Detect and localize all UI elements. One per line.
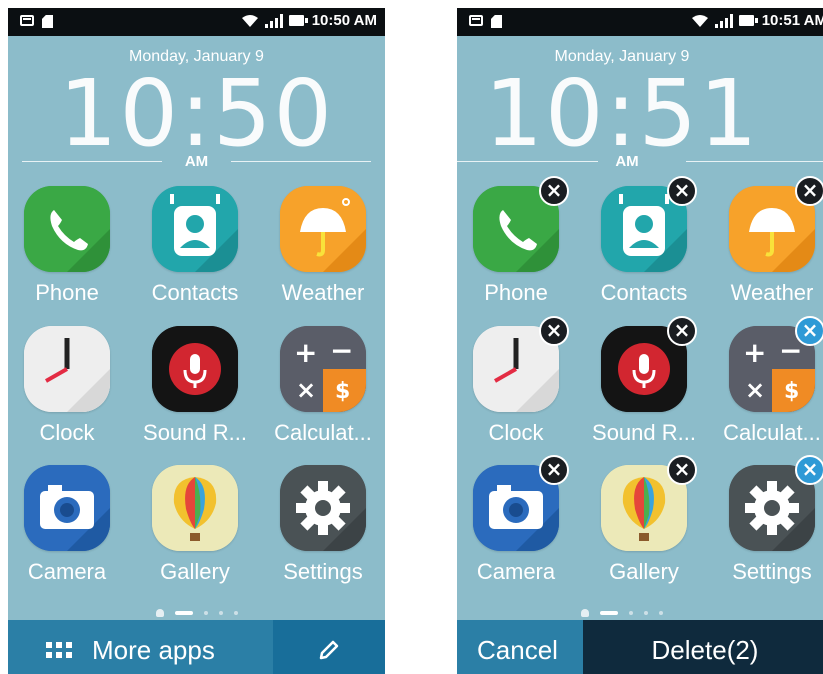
- camera-icon: [24, 465, 110, 551]
- notification-icon: [20, 15, 34, 26]
- page-dot: [203, 611, 208, 615]
- ampm-row: AM: [457, 153, 823, 173]
- weather-icon: [280, 186, 366, 272]
- page-dot: [233, 611, 238, 615]
- remove-badge[interactable]: ×: [667, 316, 697, 346]
- person-icon: [581, 609, 589, 617]
- app-camera[interactable]: Camera: [8, 465, 126, 590]
- app-settings[interactable]: × Settings: [713, 455, 823, 590]
- app-gallery[interactable]: Gallery: [136, 465, 254, 590]
- remove-badge[interactable]: ×: [539, 455, 569, 485]
- app-clock[interactable]: × Clock: [457, 316, 575, 451]
- contacts-icon: [152, 186, 238, 272]
- svg-text:+: +: [743, 336, 766, 369]
- status-bar: 10:51 AM: [457, 8, 823, 36]
- page-dot: [644, 611, 648, 615]
- app-weather[interactable]: Weather: [264, 186, 382, 311]
- svg-text:×: ×: [745, 376, 765, 404]
- bottom-bar: More apps: [8, 620, 385, 674]
- page-indicator: [457, 608, 807, 618]
- battery-icon: [288, 15, 308, 26]
- app-grid-icon: [46, 642, 72, 658]
- app-camera[interactable]: × Camera: [457, 455, 575, 590]
- signal-icon: [714, 13, 733, 28]
- status-time: 10:50 AM: [311, 12, 377, 29]
- app-phone[interactable]: × Phone: [457, 176, 575, 311]
- more-apps-button[interactable]: More apps: [8, 620, 273, 674]
- clock-icon: [24, 326, 110, 412]
- app-calculator[interactable]: + − × $ × Calculat...: [713, 316, 823, 451]
- delete-button[interactable]: Delete(2): [583, 620, 823, 674]
- page-dot: [659, 611, 663, 615]
- home-screen-delete-mode: 10:51 AM Monday, January 9 10:51 AM × Ph…: [457, 8, 823, 674]
- person-icon: [155, 609, 164, 617]
- pencil-icon: [319, 640, 339, 660]
- page-dot: [218, 611, 223, 615]
- cancel-button[interactable]: Cancel: [457, 620, 583, 674]
- app-sound-recorder[interactable]: Sound R...: [136, 326, 254, 451]
- svg-text:−: −: [330, 334, 353, 367]
- battery-icon: [738, 15, 758, 26]
- signal-icon: [264, 13, 283, 28]
- remove-badge[interactable]: ×: [539, 176, 569, 206]
- remove-badge[interactable]: ×: [667, 176, 697, 206]
- notification-icon: [469, 15, 483, 26]
- page-dot-active: [600, 611, 618, 615]
- app-sound-recorder[interactable]: × Sound R...: [585, 316, 703, 451]
- page-dot: [629, 611, 633, 615]
- svg-text:+: +: [294, 336, 317, 369]
- page-dot-active: [174, 611, 193, 615]
- app-phone[interactable]: Phone: [8, 186, 126, 311]
- app-calculator[interactable]: + − × $ Calculat...: [264, 326, 382, 451]
- bottom-bar: Cancel Delete(2): [457, 620, 823, 674]
- phone-icon: [24, 186, 110, 272]
- app-clock[interactable]: Clock: [8, 326, 126, 451]
- page-indicator: [8, 608, 385, 618]
- app-settings[interactable]: Settings: [264, 465, 382, 590]
- remove-badge[interactable]: ×: [539, 316, 569, 346]
- remove-badge-selected[interactable]: ×: [795, 455, 823, 485]
- more-apps-label: More apps: [92, 634, 215, 665]
- sd-card-icon: [42, 15, 53, 28]
- app-weather[interactable]: × Weather: [713, 176, 823, 311]
- home-screen-normal: 10:50 AM Monday, January 9 10:50 AM Phon…: [8, 8, 385, 674]
- sd-card-icon: [491, 15, 502, 28]
- wifi-icon: [691, 14, 708, 27]
- microphone-icon: [152, 326, 238, 412]
- app-contacts[interactable]: Contacts: [136, 186, 254, 311]
- edit-button[interactable]: [273, 620, 385, 674]
- remove-badge[interactable]: ×: [795, 176, 823, 206]
- app-contacts[interactable]: × Contacts: [585, 176, 703, 311]
- app-gallery[interactable]: × Gallery: [585, 455, 703, 590]
- wifi-icon: [241, 14, 258, 27]
- svg-text:×: ×: [296, 376, 316, 404]
- remove-badge-selected[interactable]: ×: [795, 316, 823, 346]
- svg-text:$: $: [335, 379, 350, 404]
- calculator-icon: + − × $: [280, 326, 366, 412]
- remove-badge[interactable]: ×: [667, 455, 697, 485]
- status-time: 10:51 AM: [761, 12, 823, 29]
- status-bar: 10:50 AM: [8, 8, 385, 36]
- big-clock: 10:51: [484, 60, 760, 167]
- balloon-icon: [152, 465, 238, 551]
- gear-icon: [280, 465, 366, 551]
- svg-text:$: $: [784, 379, 799, 404]
- ampm-row: AM: [22, 153, 371, 173]
- big-clock: 10:50: [58, 60, 335, 167]
